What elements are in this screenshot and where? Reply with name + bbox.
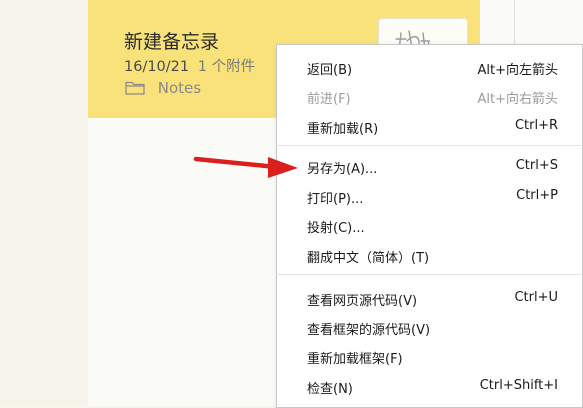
menu-item-reload[interactable]: 重新加载(R) Ctrl+R [277, 113, 582, 139]
menu-item-forward[interactable]: 前进(F) Alt+向右箭头 [277, 83, 582, 109]
note-folder: Notes [125, 79, 201, 99]
menu-separator [278, 145, 581, 146]
menu-item-shortcut: Ctrl+U [514, 290, 558, 305]
menu-item-label: 返回(B) [307, 63, 353, 78]
note-meta: 16/10/21 1 个附件 [124, 55, 255, 76]
menu-item-shortcut: Alt+向右箭头 [477, 92, 559, 107]
menu-item-cast[interactable]: 投射(C)... [277, 212, 582, 238]
menu-item-view-frame-source[interactable]: 查看框架的源代码(V) [277, 314, 582, 340]
menu-item-shortcut: Ctrl+S [515, 158, 558, 173]
menu-item-print[interactable]: 打印(P)... Ctrl+P [277, 183, 582, 209]
menu-item-label: 翻成中文（简体）(T) [307, 251, 430, 266]
menu-item-reload-frame[interactable]: 重新加载框架(F) [277, 343, 582, 369]
menu-item-shortcut: Ctrl+Shift+I [479, 378, 558, 393]
folder-icon [125, 80, 145, 99]
note-attachment-count: 1 个附件 [197, 59, 256, 75]
menu-item-shortcut: Alt+向左箭头 [477, 63, 559, 78]
menu-item-label: 重新加载框架(F) [307, 352, 403, 367]
menu-item-save-as[interactable]: 另存为(A)... Ctrl+S [277, 153, 582, 179]
menu-item-view-source[interactable]: 查看网页源代码(V) Ctrl+U [277, 285, 582, 311]
menu-item-label: 查看网页源代码(V) [307, 294, 418, 309]
menu-item-label: 查看框架的源代码(V) [307, 323, 431, 338]
note-folder-name: Notes [157, 79, 202, 97]
menu-separator [278, 274, 581, 275]
menu-item-shortcut: Ctrl+R [514, 118, 558, 133]
menu-item-label: 投射(C)... [307, 221, 365, 236]
menu-item-label: 重新加载(R) [307, 122, 379, 137]
menu-item-inspect[interactable]: 检查(N) Ctrl+Shift+I [277, 373, 582, 399]
menu-item-back[interactable]: 返回(B) Alt+向左箭头 [277, 54, 582, 80]
menu-item-label: 前进(F) [307, 92, 351, 107]
menu-item-label: 另存为(A)... [307, 162, 378, 177]
menu-item-translate[interactable]: 翻成中文（简体）(T) [277, 242, 582, 268]
desktop-background [0, 0, 88, 406]
note-date: 16/10/21 [124, 59, 190, 75]
note-title: 新建备忘录 [124, 31, 220, 53]
menu-item-label: 检查(N) [307, 382, 353, 397]
menu-item-label: 打印(P)... [307, 192, 364, 207]
context-menu: 返回(B) Alt+向左箭头 前进(F) Alt+向右箭头 重新加载(R) Ct… [276, 44, 583, 408]
menu-item-shortcut: Ctrl+P [516, 188, 558, 203]
red-arrow-icon [192, 150, 302, 184]
